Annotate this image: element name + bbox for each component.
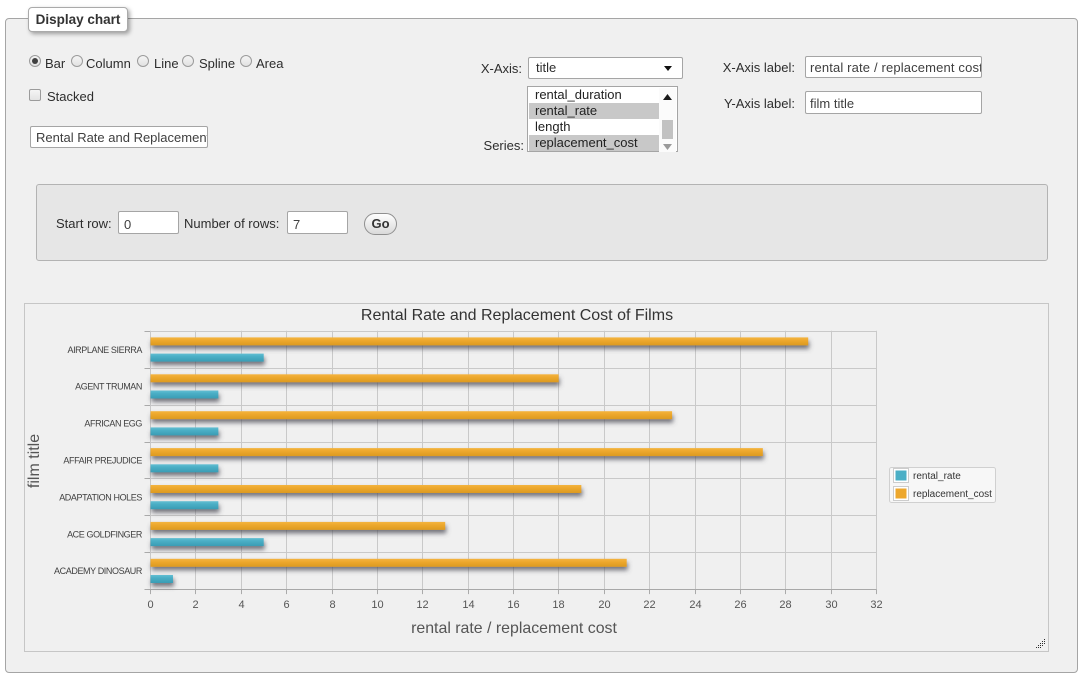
svg-text:rental rate / replacement cost: rental rate / replacement cost [411, 620, 617, 637]
svg-text:22: 22 [643, 599, 655, 611]
svg-text:14: 14 [462, 599, 474, 611]
svg-text:AGENT TRUMAN: AGENT TRUMAN [75, 382, 142, 392]
svg-text:0: 0 [147, 599, 153, 611]
svg-text:Rental Rate and Replacement Co: Rental Rate and Replacement Cost of Film… [361, 307, 673, 324]
svg-text:26: 26 [734, 599, 746, 611]
svg-text:28: 28 [779, 599, 791, 611]
svg-text:4: 4 [238, 599, 244, 611]
svg-text:30: 30 [825, 599, 837, 611]
svg-text:AFRICAN EGG: AFRICAN EGG [84, 419, 142, 429]
svg-text:rental_rate: rental_rate [913, 471, 961, 482]
svg-text:film title: film title [26, 434, 43, 488]
svg-text:8: 8 [329, 599, 335, 611]
svg-text:24: 24 [689, 599, 701, 611]
svg-text:2: 2 [192, 599, 198, 611]
svg-text:6: 6 [283, 599, 289, 611]
svg-text:ACADEMY DINOSAUR: ACADEMY DINOSAUR [54, 566, 143, 576]
svg-text:replacement_cost: replacement_cost [913, 489, 992, 500]
svg-text:ADAPTATION HOLES: ADAPTATION HOLES [59, 492, 142, 502]
svg-text:AIRPLANE SIERRA: AIRPLANE SIERRA [67, 345, 142, 355]
svg-text:10: 10 [371, 599, 383, 611]
svg-text:AFFAIR PREJUDICE: AFFAIR PREJUDICE [63, 455, 142, 465]
svg-text:32: 32 [870, 599, 882, 611]
svg-text:18: 18 [552, 599, 564, 611]
svg-text:12: 12 [416, 599, 428, 611]
svg-text:ACE GOLDFINGER: ACE GOLDFINGER [67, 529, 143, 539]
svg-text:16: 16 [507, 599, 519, 611]
svg-text:20: 20 [598, 599, 610, 611]
